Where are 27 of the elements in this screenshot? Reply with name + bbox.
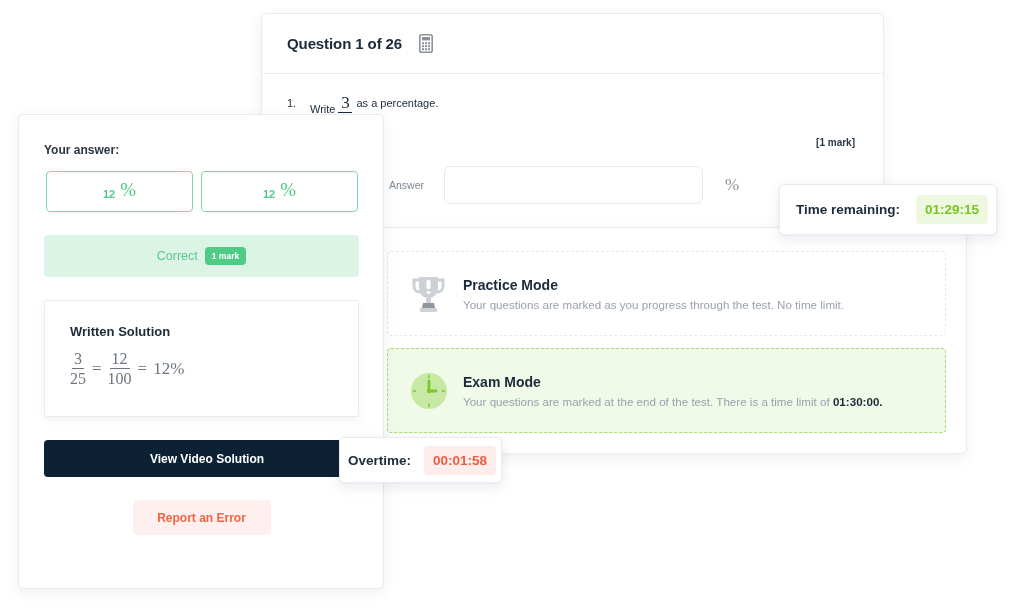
- answer-input[interactable]: [444, 166, 703, 204]
- mode-option[interactable]: Practice Mode Your questions are marked as you progress through the test. No time limit.: [387, 251, 946, 336]
- answer-heading: Your answer:: [44, 143, 120, 157]
- question-prompt: Write 3 as a percentage.: [310, 94, 439, 115]
- answer-label: Answer: [389, 179, 425, 191]
- unit-label: %: [725, 175, 740, 195]
- overtime-label: Overtime:: [348, 452, 412, 468]
- mark-badge: 1 mark: [204, 247, 247, 265]
- primary-button[interactable]: View Video Solution: [44, 440, 339, 477]
- answer-box: 12 %: [201, 171, 358, 212]
- answer-box: 12 %: [46, 171, 193, 212]
- mode-title: Exam Mode: [463, 373, 541, 390]
- overtime-value: 00:01:58: [423, 445, 496, 475]
- solution-title: Written Solution: [70, 324, 171, 339]
- mode-description: Your questions are marked at the end of the test. There is a time limit of 01:30:00.: [463, 394, 883, 408]
- mode-description: Your questions are marked as you progress through the test. No time limit.: [463, 297, 845, 311]
- marks-label: [1 mark]: [816, 137, 855, 148]
- calculator-icon[interactable]: [419, 34, 434, 53]
- mode-option[interactable]: Exam Mode Your questions are marked at the end of the test. There is a time limit of 01:30:00.: [387, 348, 946, 433]
- trophy-icon: [412, 275, 445, 312]
- clock-icon: [411, 372, 447, 409]
- mode-title: Practice Mode: [463, 276, 558, 293]
- result-label: Correct: [156, 249, 198, 263]
- question-number: 1.: [287, 97, 298, 109]
- question-title: Question 1 of 26: [287, 35, 403, 52]
- timer-label: Time remaining:: [796, 202, 901, 217]
- timer-value: 01:29:15: [915, 195, 988, 224]
